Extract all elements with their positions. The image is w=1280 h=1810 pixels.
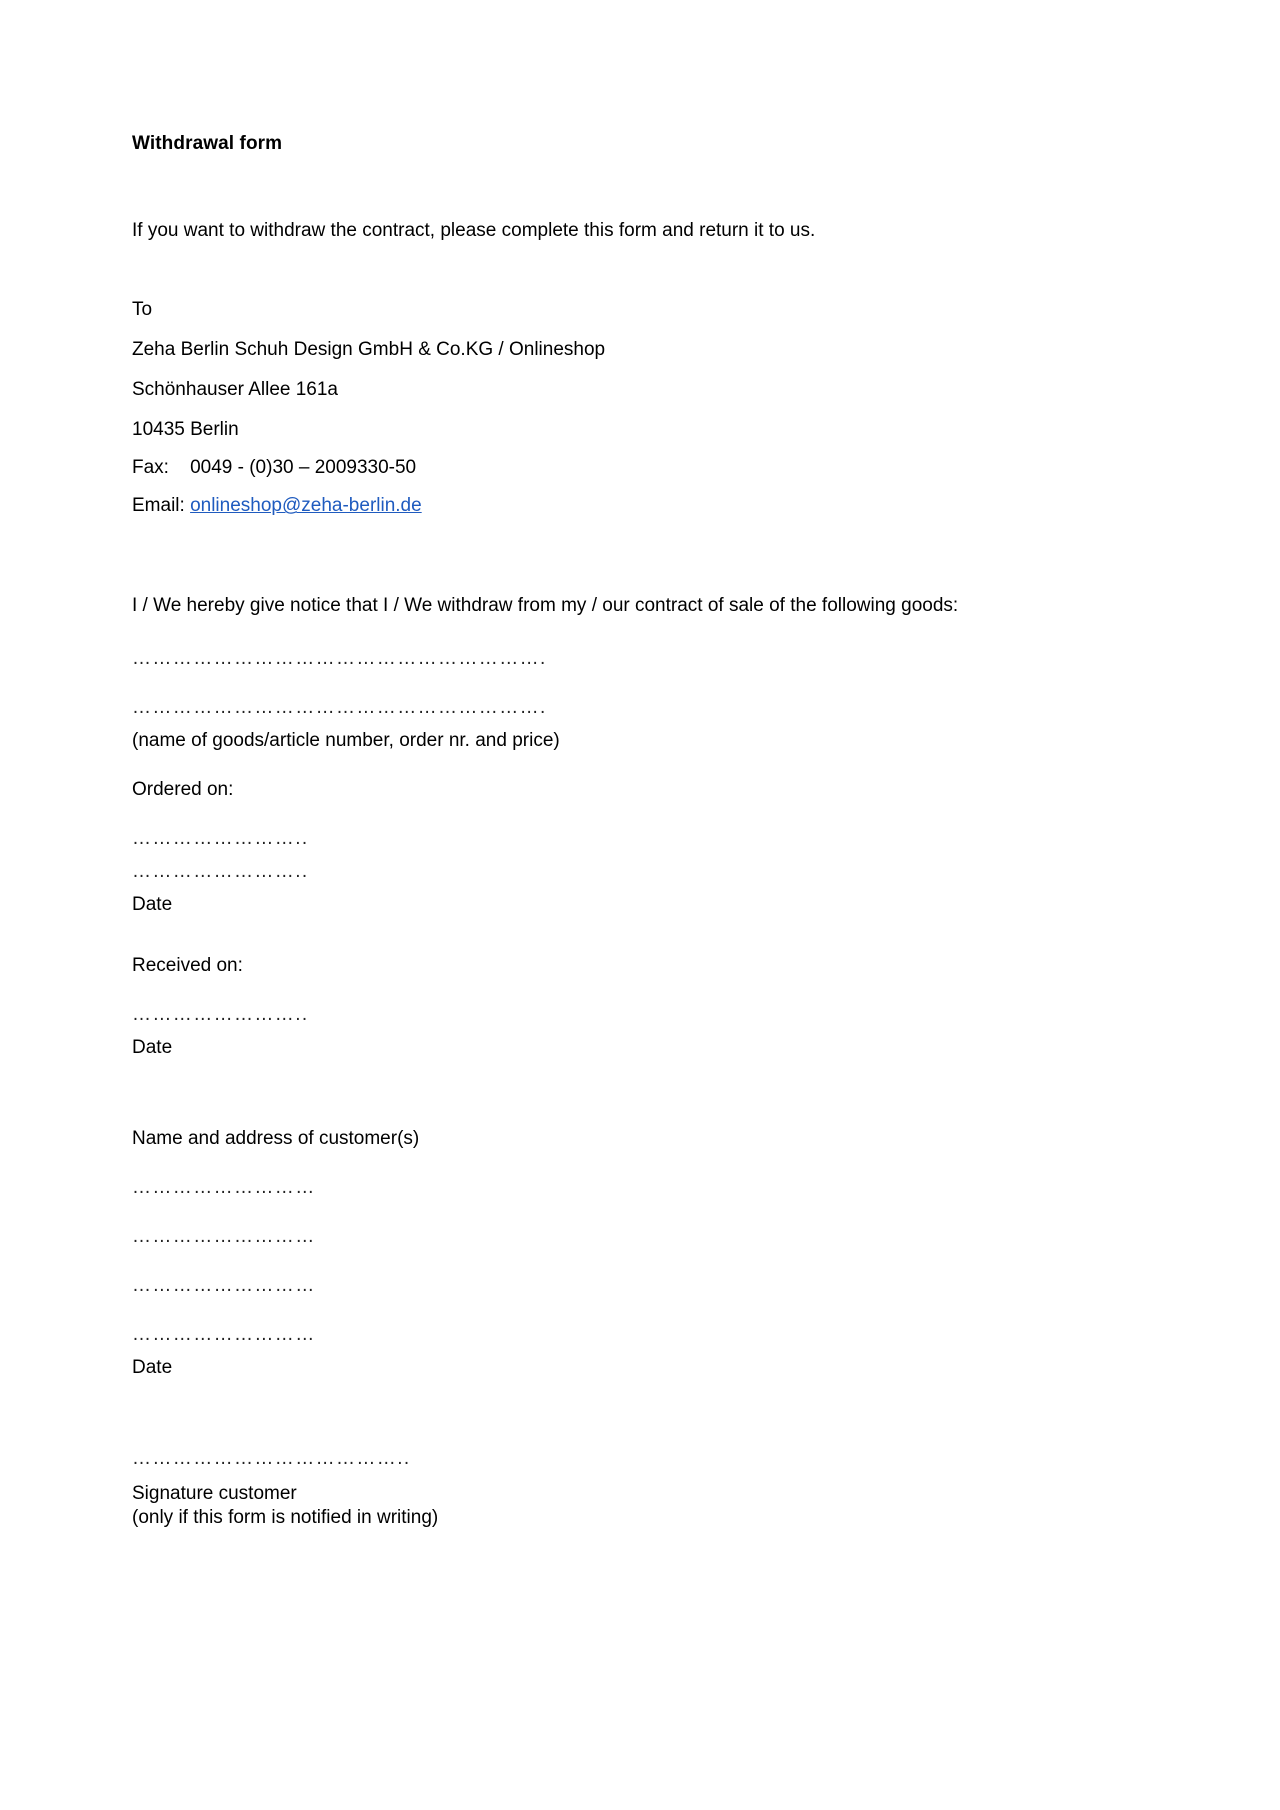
document-page: Withdrawal form If you want to withdraw … <box>0 0 1280 1810</box>
ordered-on-fill-line-2[interactable]: …………………….. <box>132 862 1012 881</box>
received-on-fill-line-1[interactable]: …………………….. <box>132 1005 1012 1024</box>
withdrawal-declaration: I / We hereby give notice that I / We wi… <box>132 595 959 617</box>
customer-date-label: Date <box>132 1357 173 1379</box>
page-title: Withdrawal form <box>132 133 283 154</box>
recipient-company: Zeha Berlin Schuh Design GmbH & Co.KG / … <box>132 339 606 361</box>
ordered-on-fill-line-1[interactable]: …………………….. <box>132 829 1012 848</box>
recipient-email-row: Email: onlineshop@zeha-berlin.de <box>132 496 1012 515</box>
goods-fill-line-2[interactable]: ……………………………………………………. <box>132 698 1012 717</box>
customer-fill-line-1[interactable]: ……………………… <box>132 1178 1012 1197</box>
customer-fill-line-4[interactable]: ……………………… <box>132 1325 1012 1344</box>
goods-fill-line-1[interactable]: ……………………………………………………. <box>132 649 1012 668</box>
received-on-label: Received on: <box>132 955 243 977</box>
recipient-address-block: To Zeha Berlin Schuh Design GmbH & Co.KG… <box>132 243 1012 515</box>
document-content: Withdrawal form If you want to withdraw … <box>132 0 1012 1530</box>
customer-fill-line-2[interactable]: ……………………… <box>132 1227 1012 1246</box>
to-label: To <box>132 299 153 321</box>
customer-fill-line-3[interactable]: ……………………… <box>132 1276 1012 1295</box>
signature-fill-line[interactable]: ………………………………….. <box>132 1449 1012 1468</box>
intro-paragraph: If you want to withdraw the contract, pl… <box>132 219 816 241</box>
email-label: Email: <box>132 495 185 517</box>
recipient-city: 10435 Berlin <box>132 419 239 441</box>
goods-caption: (name of goods/article number, order nr.… <box>132 730 560 752</box>
signature-label: Signature customer <box>132 1483 297 1505</box>
recipient-street: Schönhauser Allee 161a <box>132 379 338 401</box>
received-on-date-label: Date <box>132 1037 173 1059</box>
email-link[interactable]: onlineshop@zeha-berlin.de <box>190 495 422 516</box>
customer-address-label: Name and address of customer(s) <box>132 1128 420 1150</box>
ordered-on-label: Ordered on: <box>132 779 234 801</box>
signature-note: (only if this form is notified in writin… <box>132 1506 439 1528</box>
ordered-on-date-label: Date <box>132 894 173 916</box>
recipient-fax: Fax: 0049 - (0)30 – 2009330-50 <box>132 457 417 479</box>
